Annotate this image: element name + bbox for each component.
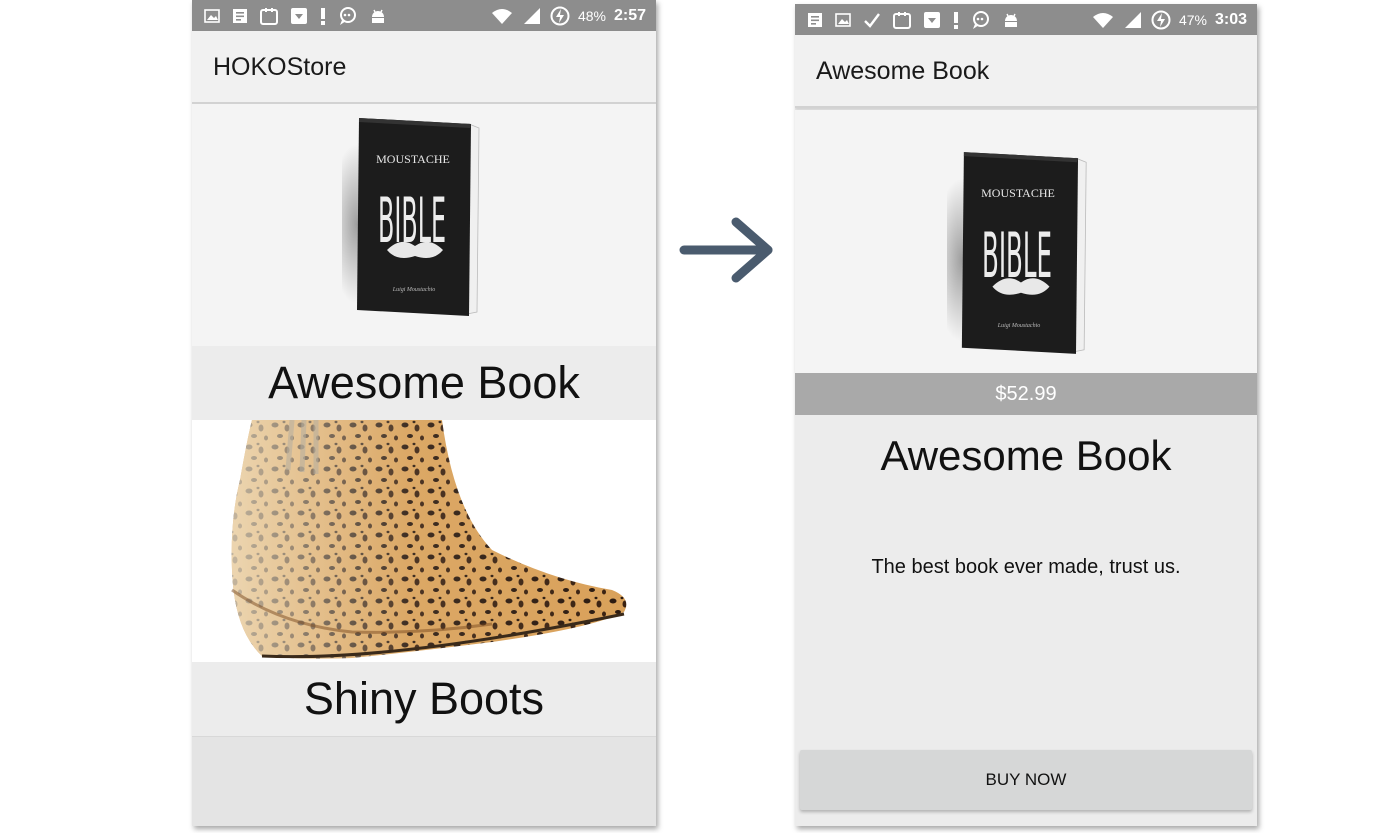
- notes-icon: [233, 9, 247, 23]
- product-title: Awesome Book: [880, 432, 1172, 479]
- book-cover-line2: BIBLE: [378, 184, 446, 257]
- calendar-icon: [893, 12, 911, 29]
- product-card-partial[interactable]: [192, 737, 656, 826]
- image-icon: [835, 13, 851, 27]
- clock: 2:57: [613, 7, 646, 24]
- product-card-book[interactable]: MOUSTACHE BIBLE Luigi Moustachio: [192, 104, 656, 346]
- app-bar: Awesome Book: [795, 35, 1257, 108]
- download-icon: [291, 8, 307, 24]
- app-title: HOKOStore: [213, 53, 347, 81]
- book-image: MOUSTACHE BIBLE Luigi Moustachio: [342, 117, 480, 317]
- wifi-icon: [1092, 13, 1113, 28]
- product-card-boots[interactable]: [192, 419, 656, 662]
- notes-icon: [808, 13, 822, 27]
- notification-icons: [807, 10, 1019, 30]
- wifi-icon: [491, 9, 512, 24]
- android-icon: [1005, 13, 1017, 27]
- signal-icon: [1124, 12, 1141, 28]
- clock: 3:03: [1214, 11, 1247, 28]
- buy-now-button[interactable]: BUY NOW: [800, 750, 1252, 810]
- price-label: $52.99: [795, 373, 1257, 415]
- status-bar: 48% 2:57: [192, 0, 656, 31]
- check-icon: [864, 13, 880, 28]
- notification-icons: [204, 6, 386, 26]
- battery-charging-icon: [1151, 10, 1171, 30]
- signal-icon: [523, 8, 540, 24]
- calendar-icon: [260, 8, 278, 25]
- app-bar: HOKOStore: [192, 31, 656, 104]
- chat-icon: [340, 7, 356, 25]
- chat-icon: [973, 11, 989, 29]
- product-detail-image: MOUSTACHE BIBLE Luigi Moustachio: [795, 110, 1257, 374]
- system-status: 47% 3:03: [1091, 8, 1247, 32]
- status-bar: 47% 3:03: [795, 4, 1257, 35]
- battery-percent: 48%: [577, 8, 606, 24]
- system-status: 48% 2:57: [490, 4, 646, 28]
- boot-image: [231, 419, 627, 659]
- app-title: Awesome Book: [816, 57, 990, 85]
- book-cover-line1: MOUSTACHE: [981, 186, 1055, 200]
- book-image: MOUSTACHE BIBLE Luigi Moustachio: [947, 151, 1087, 355]
- image-icon: [204, 9, 220, 23]
- right-arrow-icon: [679, 217, 773, 283]
- book-cover-line1: MOUSTACHE: [376, 152, 450, 166]
- battery-charging-icon: [550, 6, 570, 26]
- alert-icon: [954, 12, 958, 29]
- battery-percent: 47%: [1178, 12, 1207, 28]
- download-icon: [924, 12, 940, 28]
- android-icon: [372, 9, 384, 23]
- book-cover-line2: BIBLE: [982, 219, 1052, 292]
- product-name-boots[interactable]: Shiny Boots: [192, 662, 656, 737]
- book-cover-author: Luigi Moustachio: [392, 287, 436, 293]
- product-name-book[interactable]: Awesome Book: [192, 346, 656, 420]
- book-cover-author: Luigi Moustachio: [997, 323, 1041, 329]
- left-phone-screen: 48% 2:57 HOKOStore MOUSTACHE BIBLE Luigi…: [192, 0, 656, 826]
- right-phone-screen: 47% 3:03 Awesome Book MOUSTACHE BIBLE Lu…: [795, 4, 1257, 826]
- product-description: The best book ever made, trust us.: [871, 556, 1181, 578]
- alert-icon: [321, 8, 325, 25]
